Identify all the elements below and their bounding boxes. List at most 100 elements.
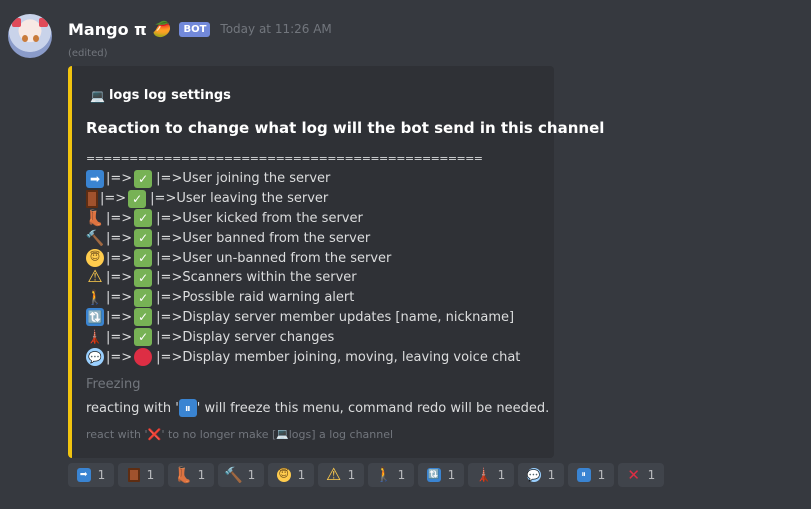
embed: 💻 logs log settings Reaction to change w… — [68, 66, 604, 458]
hammer-icon: 🔨 — [224, 465, 244, 484]
walking-person-icon: 🚶 — [86, 289, 104, 306]
reaction-button-door[interactable]: 1 — [118, 463, 164, 487]
check-mark-icon: ✓ — [134, 288, 153, 307]
username[interactable]: Mango π — [68, 20, 147, 39]
log-setting-label: |=>Possible raid warning alert — [156, 290, 355, 306]
reaction-button-hammer[interactable]: 🔨 1 — [218, 463, 264, 487]
timestamp[interactable]: Today at 11:26 AM — [220, 22, 331, 36]
reaction-count: 1 — [547, 468, 556, 482]
laptop-icon: 💻 — [90, 88, 105, 103]
check-mark-icon: ✓ — [134, 249, 153, 268]
arrow-right-icon: ➡ — [86, 169, 104, 188]
embed-footer: react with ' ❌ ' to no longer make [ 💻 l… — [86, 427, 393, 441]
log-setting-label: |=>User joining the server — [156, 171, 331, 187]
reaction-count: 1 — [397, 468, 406, 482]
avatar-eye-right — [33, 35, 39, 42]
reaction-count: 1 — [197, 468, 206, 482]
row-separator: |=> — [106, 210, 133, 226]
reaction-bar: ➡ 1 1 👢 1 🔨 1 😇 1 ⚠ 1 🚶 1 🔃 1 🗼 1 💬 1 ⏸ 1 ✕ 1 — [68, 463, 664, 487]
reaction-count: 1 — [447, 468, 456, 482]
row-separator: |=> — [106, 329, 133, 345]
log-setting-row: |=> ✓ |=>User leaving the server — [86, 189, 520, 209]
log-setting-label: |=>User leaving the server — [150, 191, 329, 207]
check-mark-icon: ✓ — [134, 268, 153, 287]
log-setting-row: 😇 |=> ✓ |=>User un-banned from the server — [86, 248, 520, 268]
reaction-button-speech-bubble[interactable]: 💬 1 — [518, 463, 564, 487]
check-mark-icon: ✓ — [134, 328, 153, 347]
warning-icon: ⚠ — [87, 267, 103, 288]
walking-person-icon: 🚶 — [374, 467, 393, 483]
reaction-button-walking-person[interactable]: 🚶 1 — [368, 463, 414, 487]
laptop-icon: 💻 — [276, 428, 289, 440]
row-separator: |=> — [106, 309, 133, 325]
check-mark-icon: ✓ — [134, 169, 153, 188]
log-setting-label: |=>Scanners within the server — [156, 270, 357, 286]
avatar-eye-left — [22, 35, 28, 42]
field-name: Freezing — [86, 377, 141, 392]
reaction-button-pause[interactable]: ⏸ 1 — [568, 463, 614, 487]
reaction-count: 1 — [497, 468, 506, 482]
check-mark-icon: ✓ — [134, 209, 153, 228]
log-settings-list: ➡ |=> ✓ |=>User joining the server |=> ✓ |=>Us… — [86, 169, 520, 367]
avatar-ear-left — [12, 18, 21, 27]
boot-icon: 👢 — [85, 208, 105, 227]
embed-author: 💻 logs log settings — [90, 88, 231, 103]
log-setting-row: 👢 |=> ✓ |=>User kicked from the server — [86, 209, 520, 229]
log-setting-row: 🚶 |=> ✓ |=>Possible raid warning alert — [86, 288, 520, 308]
stop-sign-icon — [134, 348, 153, 367]
angel-icon: 😇 — [86, 249, 104, 268]
reaction-button-cross-mark[interactable]: ✕ 1 — [618, 463, 664, 487]
refresh-icon: 🔃 — [426, 468, 441, 482]
angel-icon: 😇 — [276, 468, 291, 482]
row-separator: |=> — [106, 270, 133, 286]
reaction-button-warning[interactable]: ⚠ 1 — [318, 463, 364, 487]
door-icon — [86, 189, 98, 208]
reaction-button-tower[interactable]: 🗼 1 — [468, 463, 514, 487]
cross-mark-icon: ❌ — [147, 427, 162, 441]
row-separator: |=> — [106, 290, 133, 306]
reaction-count: 1 — [347, 468, 356, 482]
log-setting-row: 💬 |=> |=>Display member joining, moving, l… — [86, 347, 520, 367]
embed-author-name: logs log settings — [108, 88, 231, 103]
door-icon — [127, 468, 140, 482]
embed-divider: ========================================… — [86, 152, 483, 165]
log-setting-label: |=>Display server member updates [name, … — [156, 309, 515, 325]
log-setting-label: |=>Display member joining, moving, leavi… — [156, 349, 521, 365]
tower-icon: 🗼 — [475, 467, 492, 483]
field-value-before: reacting with ' — [86, 400, 179, 416]
field-value: reacting with ' ⏸ ' will freeze this men… — [86, 399, 549, 417]
row-separator: |=> — [106, 230, 133, 246]
check-mark-icon: ✓ — [128, 189, 147, 208]
check-mark-icon: ✓ — [134, 308, 153, 327]
message-header: Mango π 🥭 BOT Today at 11:26 AM — [68, 16, 332, 42]
warning-icon: ⚠ — [326, 464, 342, 485]
log-setting-row: 🔨 |=> ✓ |=>User banned from the server — [86, 228, 520, 248]
reaction-button-boot[interactable]: 👢 1 — [168, 463, 214, 487]
speech-bubble-icon: 💬 — [86, 348, 104, 367]
cross-mark-icon: ✕ — [627, 465, 640, 484]
reaction-count: 1 — [247, 468, 256, 482]
reaction-count: 1 — [597, 468, 606, 482]
edited-label: (edited) — [68, 48, 108, 59]
log-setting-row: 🔃 |=> ✓ |=>Display server member updates [n… — [86, 308, 520, 328]
reaction-button-refresh[interactable]: 🔃 1 — [418, 463, 464, 487]
reaction-count: 1 — [297, 468, 306, 482]
footer-after: logs] a log channel — [288, 427, 394, 441]
row-separator: |=> — [106, 349, 133, 365]
reaction-button-angel[interactable]: 😇 1 — [268, 463, 314, 487]
row-separator: |=> — [106, 171, 133, 187]
field-value-after: ' will freeze this menu, command redo wi… — [196, 400, 550, 416]
avatar-ear-right — [39, 18, 48, 27]
speech-bubble-icon: 💬 — [526, 468, 541, 482]
row-separator: |=> — [106, 250, 133, 266]
hammer-icon: 🔨 — [85, 228, 105, 247]
refresh-icon: 🔃 — [86, 308, 104, 327]
bot-tag: BOT — [179, 21, 211, 37]
reaction-button-arrow-right[interactable]: ➡ 1 — [68, 463, 114, 487]
avatar[interactable] — [8, 14, 52, 58]
pause-icon: ⏸ — [576, 468, 591, 482]
embed-title: Reaction to change what log will the bot… — [86, 119, 605, 137]
pause-icon: ⏸ — [178, 399, 197, 417]
check-mark-icon: ✓ — [134, 229, 153, 248]
reaction-count: 1 — [146, 468, 155, 482]
